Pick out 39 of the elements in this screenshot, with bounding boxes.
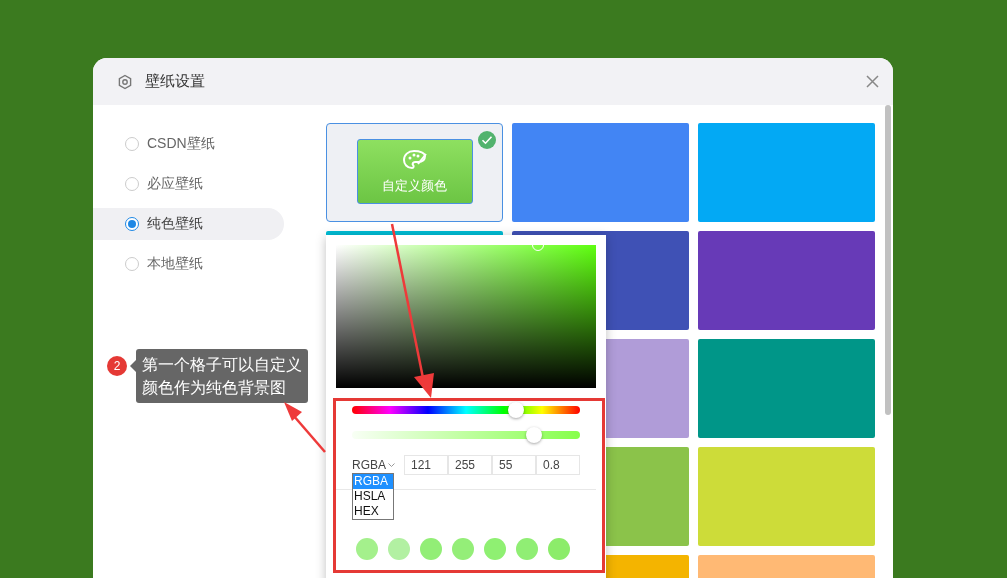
color-value-field[interactable]: 121 (404, 455, 448, 475)
color-tile[interactable] (698, 447, 875, 546)
close-icon[interactable] (866, 75, 879, 88)
radio-button[interactable] (125, 177, 139, 191)
slider-handle[interactable] (526, 427, 543, 443)
format-option[interactable]: HEX (353, 504, 393, 519)
slider-handle[interactable] (508, 402, 525, 418)
wallpaper-source-option[interactable]: 纯色壁纸 (93, 208, 284, 240)
color-tile[interactable] (698, 123, 875, 222)
arrow (284, 402, 326, 453)
color-tile[interactable] (698, 339, 875, 438)
color-tile[interactable] (698, 231, 875, 330)
caret-icon (388, 462, 395, 468)
saturation-panel[interactable] (336, 245, 596, 388)
preset-color-swatch[interactable] (548, 538, 570, 560)
color-tile[interactable] (512, 123, 689, 222)
wallpaper-source-option[interactable]: 必应壁纸 (93, 168, 284, 200)
dialog-title: 壁纸设置 (145, 72, 206, 91)
preset-color-swatch[interactable] (388, 538, 410, 560)
radio-button[interactable] (125, 217, 139, 231)
wallpaper-source-option[interactable]: CSDN壁纸 (93, 128, 284, 160)
color-value-field[interactable]: 255 (448, 455, 492, 475)
annotation-callout: 第一个格子可以自定义颜色作为纯色背景图 (136, 349, 308, 403)
format-select[interactable]: RGBA (352, 458, 404, 472)
radio-button[interactable] (125, 137, 139, 151)
color-value-field[interactable]: 55 (492, 455, 536, 475)
step-badge: 2 (107, 356, 127, 376)
preset-color-swatch[interactable] (484, 538, 506, 560)
format-option[interactable]: HSLA (353, 489, 393, 504)
preset-color-swatch[interactable] (516, 538, 538, 560)
preset-color-swatch[interactable] (452, 538, 474, 560)
color-value-field[interactable]: 0.8 (536, 455, 580, 475)
preset-color-swatch[interactable] (356, 538, 378, 560)
scrollbar-thumb[interactable] (885, 105, 891, 415)
settings-icon (117, 73, 133, 90)
wallpaper-source-option[interactable]: 本地壁纸 (93, 248, 284, 280)
preset-color-swatch[interactable] (420, 538, 442, 560)
palette-icon (401, 148, 428, 171)
radio-button[interactable] (125, 257, 139, 271)
